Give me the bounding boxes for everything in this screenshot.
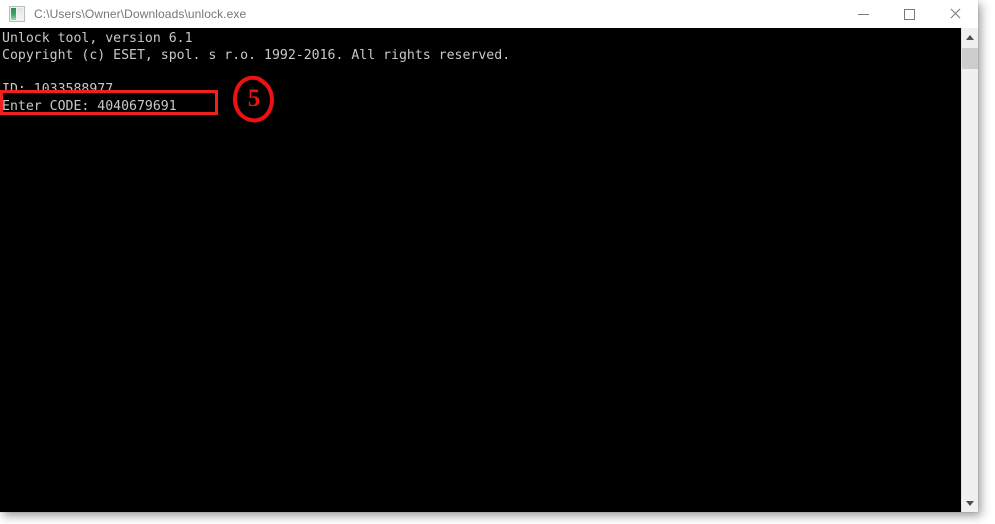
console-text: Unlock tool, version 6.1 Copyright (c) E…	[2, 31, 511, 114]
scroll-up-icon[interactable]	[962, 28, 978, 46]
console-app-icon	[9, 6, 25, 22]
app-icon-left-bar	[11, 8, 16, 20]
title-bar[interactable]: C:\Users\Owner\Downloads\unlock.exe	[0, 0, 978, 28]
vertical-scrollbar[interactable]	[961, 28, 978, 512]
close-button[interactable]	[932, 0, 978, 28]
maximize-button[interactable]	[886, 0, 932, 28]
minimize-icon	[857, 13, 869, 15]
maximize-icon	[903, 8, 915, 20]
console-output-area[interactable]: Unlock tool, version 6.1 Copyright (c) E…	[0, 28, 961, 512]
minimize-button[interactable]	[840, 0, 886, 28]
window-title: C:\Users\Owner\Downloads\unlock.exe	[34, 7, 247, 21]
app-icon-right-bar	[17, 8, 23, 20]
close-icon	[949, 8, 961, 20]
scrollbar-thumb[interactable]	[962, 48, 978, 69]
console-window: C:\Users\Owner\Downloads\unlock.exe Unlo…	[0, 0, 978, 512]
scroll-down-icon[interactable]	[962, 494, 978, 512]
chevron-down-glyph	[966, 500, 974, 506]
chevron-up-glyph	[966, 34, 974, 40]
